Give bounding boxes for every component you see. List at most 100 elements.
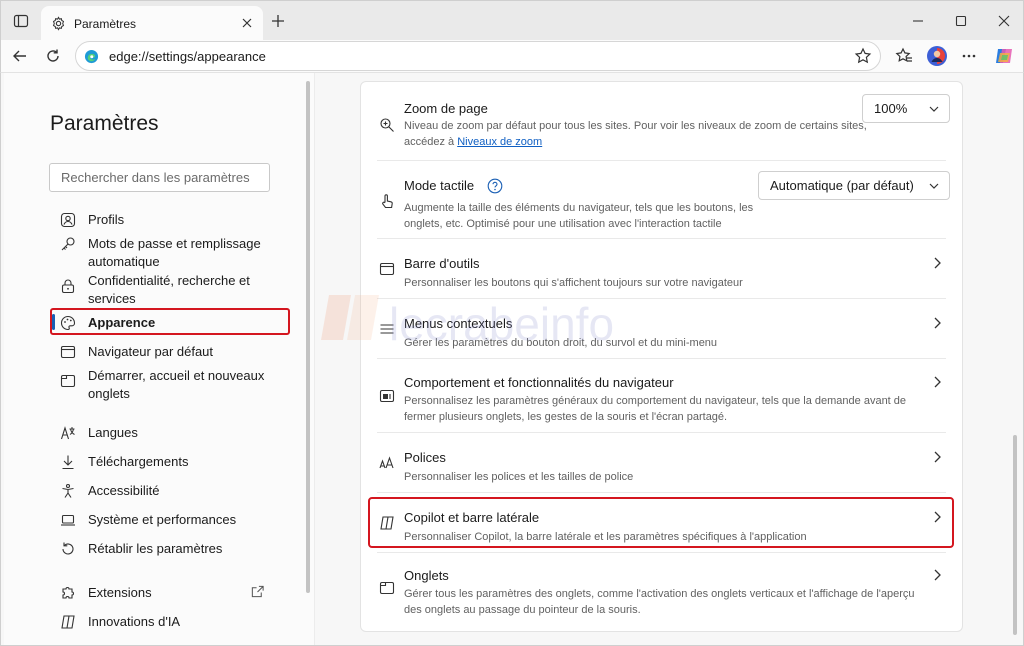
description-line: Personnalisez les paramètres généraux du… bbox=[404, 395, 907, 407]
accessibility-icon bbox=[62, 483, 74, 498]
font-size-icon bbox=[379, 456, 394, 469]
toolbar-icon bbox=[379, 262, 395, 276]
avatar bbox=[927, 46, 947, 66]
favorite-star-icon[interactable] bbox=[854, 47, 872, 65]
setting-title: Barre d'outils bbox=[404, 256, 480, 271]
tab-settings[interactable]: Paramètres bbox=[41, 6, 263, 41]
chevron-down-icon bbox=[929, 183, 939, 189]
address-bar[interactable]: edge://settings/appearance bbox=[75, 41, 881, 71]
gear-icon bbox=[52, 16, 65, 31]
setting-touch-mode: Mode tactile Augmente la taille des élém… bbox=[361, 160, 962, 232]
zoom-icon bbox=[380, 118, 394, 132]
touch-mode-select[interactable]: Automatique (par défaut) bbox=[758, 171, 950, 200]
touch-icon bbox=[382, 194, 393, 209]
back-button[interactable] bbox=[7, 43, 33, 69]
sidebar-item-passwords[interactable]: Mots de passe et remplissage automatique bbox=[60, 235, 268, 271]
divider bbox=[314, 73, 315, 645]
zoom-value: 100% bbox=[874, 101, 908, 116]
profile-button[interactable] bbox=[924, 43, 950, 69]
setting-title: Polices bbox=[404, 450, 446, 465]
page-title: Paramètres bbox=[50, 112, 159, 135]
copilot-icon bbox=[996, 49, 1012, 63]
refresh-button[interactable] bbox=[40, 43, 66, 69]
puzzle-icon bbox=[62, 587, 74, 599]
home-icon bbox=[60, 374, 76, 388]
description-line: Augmente la taille des éléments du navig… bbox=[404, 202, 754, 214]
sidebar-item-extensions[interactable]: Extensions bbox=[60, 584, 152, 602]
close-icon bbox=[242, 18, 252, 28]
description-line: des onglets au passage du pointeur de la… bbox=[404, 604, 641, 616]
key-icon bbox=[61, 237, 75, 251]
minimize-button[interactable] bbox=[905, 8, 931, 34]
sidebar-item-start-home[interactable]: Démarrer, accueil et nouveaux onglets bbox=[60, 367, 268, 403]
sidebar-item-privacy[interactable]: Confidentialité, recherche et services bbox=[60, 272, 268, 308]
setting-description: Personnalisez les paramètres généraux du… bbox=[404, 393, 906, 425]
sidebar-item-downloads[interactable]: Téléchargements bbox=[60, 453, 188, 471]
description-line: accédez à Niveaux de zoom bbox=[404, 134, 867, 150]
setting-toolbar[interactable]: Barre d'outils Personnaliser les boutons… bbox=[361, 238, 962, 298]
sidebar-scrollbar[interactable] bbox=[306, 81, 310, 593]
reset-icon bbox=[62, 542, 74, 555]
maximize-button[interactable] bbox=[948, 8, 974, 34]
main-scrollbar[interactable] bbox=[1013, 435, 1017, 635]
setting-context-menus[interactable]: Menus contextuels Gérer les paramètres d… bbox=[361, 298, 962, 358]
sidebar-item-label: Système et performances bbox=[88, 512, 237, 527]
maximize-icon bbox=[955, 15, 967, 27]
more-menu-button[interactable] bbox=[956, 43, 982, 69]
sidebar-item-label: Confidentialité, recherche et services bbox=[88, 273, 250, 306]
setting-description: Personnaliser les polices et les tailles… bbox=[404, 471, 634, 483]
lock-icon bbox=[61, 279, 75, 294]
sidebar-item-label: Profils bbox=[88, 212, 125, 227]
sidebar-item-label: Accessibilité bbox=[88, 483, 160, 498]
sidebar-item-default-browser[interactable]: Navigateur par défaut bbox=[60, 343, 213, 361]
description-line: Niveau de zoom par défaut pour tous les … bbox=[404, 120, 867, 132]
chevron-right-icon bbox=[934, 317, 941, 329]
close-icon bbox=[998, 15, 1010, 27]
setting-tabs[interactable]: Onglets Gérer tous les paramètres des on… bbox=[361, 552, 962, 626]
laptop-icon bbox=[61, 514, 75, 526]
sidebar-item-accessibility[interactable]: Accessibilité bbox=[60, 482, 160, 500]
sidebar-item-ai-innovations[interactable]: Innovations d'IA bbox=[60, 613, 180, 631]
search-input[interactable]: Rechercher dans les paramètres bbox=[49, 163, 270, 192]
ai-icon bbox=[61, 615, 75, 629]
language-icon bbox=[60, 426, 75, 440]
sidebar-item-label: Langues bbox=[88, 425, 138, 440]
copilot-button[interactable] bbox=[991, 43, 1017, 69]
favorites-button[interactable] bbox=[891, 43, 917, 69]
favorites-icon bbox=[895, 47, 912, 62]
arrow-left-icon bbox=[13, 50, 26, 62]
zoom-levels-link[interactable]: Niveaux de zoom bbox=[457, 136, 542, 148]
setting-fonts[interactable]: Polices Personnaliser les polices et les… bbox=[361, 432, 962, 492]
tab-actions-button[interactable] bbox=[9, 9, 33, 33]
zoom-select[interactable]: 100% bbox=[862, 94, 950, 123]
sidebar-item-languages[interactable]: Langues bbox=[60, 424, 138, 442]
new-tab-button[interactable] bbox=[267, 10, 289, 32]
edge-logo-icon bbox=[84, 49, 99, 63]
setting-title: Mode tactile bbox=[404, 178, 475, 193]
highlight-annotation bbox=[368, 497, 954, 548]
url-text: edge://settings/appearance bbox=[109, 48, 266, 64]
plus-icon bbox=[272, 15, 284, 27]
external-link-icon[interactable] bbox=[250, 584, 265, 599]
sidebar-item-profiles[interactable]: Profils bbox=[60, 211, 124, 229]
setting-title: Onglets bbox=[404, 568, 449, 583]
setting-browser-behavior[interactable]: Comportement et fonctionnalités du navig… bbox=[361, 358, 962, 432]
sidebar-item-system[interactable]: Système et performances bbox=[60, 511, 236, 529]
description-line: fermer plusieurs onglets, les gestes de … bbox=[404, 411, 728, 423]
close-window-button[interactable] bbox=[991, 8, 1017, 34]
settings-sidebar: Paramètres Rechercher dans les paramètre… bbox=[4, 73, 314, 645]
tab-actions-icon bbox=[13, 14, 29, 28]
chevron-right-icon bbox=[934, 376, 941, 388]
setting-description: Augmente la taille des éléments du navig… bbox=[404, 200, 753, 232]
setting-title: Zoom de page bbox=[404, 101, 488, 116]
help-icon[interactable] bbox=[487, 178, 503, 194]
sidebar-item-label: Innovations d'IA bbox=[88, 614, 181, 629]
chevron-down-icon bbox=[929, 106, 939, 112]
setting-description: Personnaliser les boutons qui s'affichen… bbox=[404, 277, 743, 289]
appearance-settings-card: Zoom de page Niveau de zoom par défaut p… bbox=[360, 81, 963, 632]
tab-close-button[interactable] bbox=[239, 15, 255, 31]
setting-description: Gérer tous les paramètres des onglets, c… bbox=[404, 586, 915, 618]
sidebar-item-reset[interactable]: Rétablir les paramètres bbox=[60, 540, 222, 558]
browser-features-icon bbox=[379, 389, 395, 403]
sidebar-item-label: Mots de passe et remplissage automatique bbox=[88, 236, 261, 269]
